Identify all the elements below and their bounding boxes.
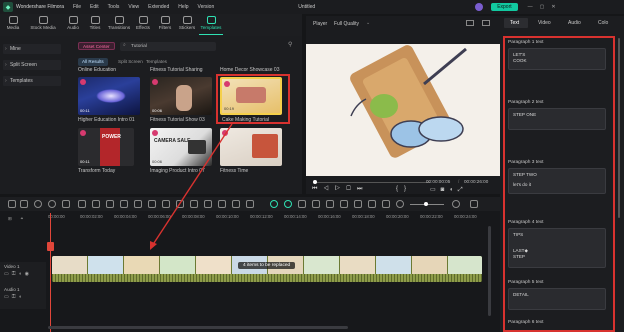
annotation-arrow <box>150 123 233 250</box>
app-window: { "menubar": { "app_title": "Wondershare… <box>0 0 624 332</box>
